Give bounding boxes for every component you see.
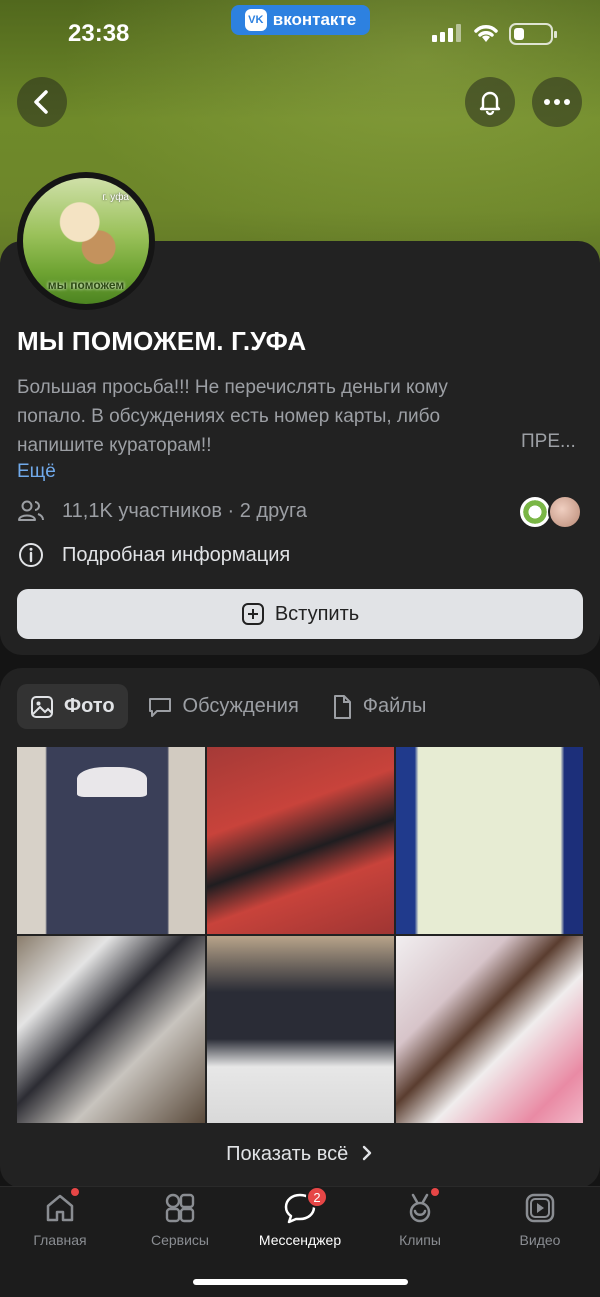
members-count: 11,1K участников · 2 друга — [62, 499, 307, 522]
users-icon — [18, 500, 44, 521]
chevron-right-icon — [362, 1145, 372, 1161]
tabbar-messenger[interactable]: 2 Мессенджер — [245, 1186, 355, 1248]
tab-files[interactable]: Файлы — [318, 684, 440, 729]
video-icon — [525, 1193, 555, 1223]
status-time: 23:38 — [68, 20, 130, 47]
photo-thumbnail[interactable] — [17, 747, 205, 934]
back-button[interactable] — [17, 77, 67, 127]
more-button[interactable] — [532, 77, 582, 127]
signal-icon — [432, 24, 461, 42]
notifications-button[interactable] — [465, 77, 515, 127]
detailed-info-label: Подробная информация — [62, 543, 291, 566]
home-icon — [46, 1194, 74, 1222]
clips-icon — [409, 1193, 431, 1223]
avatar-text-top: г. уфа — [102, 192, 129, 203]
tabbar-services-label: Сервисы — [150, 1232, 209, 1248]
friends-avatars[interactable] — [518, 495, 582, 529]
tabbar-video[interactable]: Видео — [485, 1190, 595, 1248]
services-icon — [165, 1193, 195, 1223]
avatar-text-bottom: мы поможем — [47, 278, 125, 292]
community-name: МЫ ПОМОЖЕМ. Г.УФА — [17, 326, 307, 356]
info-icon — [19, 543, 43, 567]
tab-photos[interactable]: Фото — [17, 684, 128, 729]
tabbar-services[interactable]: Сервисы — [125, 1190, 235, 1248]
photo-thumbnail[interactable] — [207, 936, 394, 1123]
vk-logo-icon: VK — [244, 9, 267, 31]
photo-thumbnail[interactable] — [396, 936, 583, 1123]
content-tabs: Фото Обсуждения Файлы — [17, 684, 439, 729]
tab-photos-label: Фото — [64, 695, 115, 717]
friend-avatar — [548, 495, 582, 529]
show-more-link[interactable]: Ещё — [17, 461, 56, 483]
community-avatar[interactable]: г. уфа мы поможем — [17, 172, 155, 310]
status-bar: 23:38 VK вконтакте — [0, 0, 600, 70]
tabbar-clips[interactable]: Клипы — [365, 1188, 475, 1248]
more-icon — [544, 99, 570, 105]
tabbar-clips-label: Клипы — [399, 1232, 441, 1248]
bell-icon — [479, 91, 501, 116]
tabbar-messenger-label: Мессенджер — [258, 1232, 342, 1248]
chat-icon — [148, 697, 171, 717]
vk-app-pill[interactable]: VK вконтакте — [231, 5, 370, 35]
file-icon — [333, 694, 351, 719]
join-button[interactable]: Вступить — [17, 589, 583, 639]
tabbar-video-label: Видео — [519, 1232, 561, 1248]
friend-avatar — [518, 495, 552, 529]
join-button-label: Вступить — [274, 602, 360, 625]
clips-notification-dot — [431, 1188, 439, 1196]
home-notification-dot — [71, 1188, 79, 1196]
tabbar-home[interactable]: Главная — [5, 1188, 115, 1248]
tab-discussions[interactable]: Обсуждения — [134, 684, 312, 729]
description-truncated-suffix: ПРЕ... — [521, 431, 576, 452]
photo-thumbnail[interactable] — [396, 747, 583, 934]
home-indicator[interactable] — [193, 1279, 408, 1285]
battery-icon — [509, 23, 557, 45]
image-icon — [31, 695, 53, 718]
tab-discussions-label: Обсуждения — [182, 695, 299, 717]
plus-square-icon — [241, 603, 264, 625]
tab-files-label: Файлы — [362, 695, 427, 717]
wifi-icon — [474, 25, 498, 42]
photo-thumbnail[interactable] — [207, 747, 394, 934]
detailed-info-row[interactable]: Подробная информация — [17, 541, 290, 569]
show-all-link[interactable]: Показать всё — [0, 1143, 600, 1166]
photo-grid — [17, 747, 583, 1123]
photo-thumbnail[interactable] — [17, 936, 205, 1123]
community-description: Большая просьба!!! Не перечислять деньги… — [17, 377, 448, 456]
chevron-left-icon — [34, 90, 48, 114]
show-all-label: Показать всё — [226, 1143, 349, 1165]
members-row[interactable]: 11,1K участников · 2 друга — [17, 499, 307, 523]
tabbar-home-label: Главная — [33, 1232, 87, 1248]
messenger-badge: 2 — [306, 1186, 328, 1208]
vk-app-pill-label: вконтакте — [272, 10, 357, 29]
